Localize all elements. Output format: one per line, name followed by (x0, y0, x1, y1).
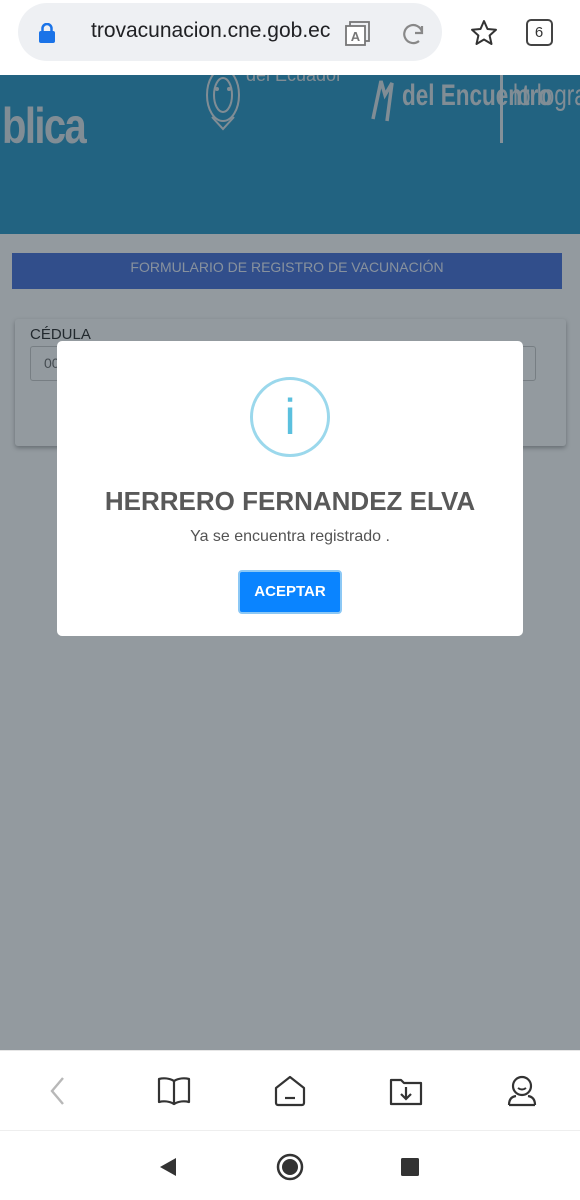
address-bar[interactable]: trovacunacion.cne.gob.ec A (18, 3, 442, 61)
downloads-icon[interactable] (386, 1071, 426, 1111)
dialog-message: Ya se encuentra registrado . (190, 528, 390, 545)
screen: trovacunacion.cne.gob.ec A 6 blica del E… (0, 0, 580, 1200)
accept-button[interactable]: ACEPTAR (238, 570, 342, 614)
back-icon[interactable] (38, 1071, 78, 1111)
info-icon: i (250, 377, 330, 457)
reader-mode-icon[interactable]: A (343, 18, 373, 48)
profile-icon[interactable] (502, 1071, 542, 1111)
dialog-title: HERRERO FERNANDEZ ELVA (104, 486, 476, 516)
system-nav-bar (0, 1130, 580, 1200)
nav-home-icon[interactable] (272, 1149, 308, 1185)
tabs-button[interactable]: 6 (523, 16, 555, 48)
nav-recents-icon[interactable] (392, 1149, 428, 1185)
url-text[interactable]: trovacunacion.cne.gob.ec (91, 19, 341, 43)
browser-bottom-toolbar (0, 1050, 580, 1130)
alert-dialog: i HERRERO FERNANDEZ ELVA Ya se encuentra… (57, 341, 523, 636)
lock-icon (39, 23, 55, 43)
tabs-count-badge: 6 (525, 18, 553, 46)
nav-back-icon[interactable] (150, 1149, 186, 1185)
browser-toolbar: trovacunacion.cne.gob.ec A 6 (0, 0, 580, 75)
tabs-count: 6 (534, 23, 544, 41)
reload-icon[interactable] (399, 19, 429, 49)
svg-text:A: A (351, 29, 361, 44)
info-glyph: i (284, 389, 296, 445)
home-icon[interactable] (270, 1071, 310, 1111)
bookmarks-book-icon[interactable] (154, 1071, 194, 1111)
bookmark-star-icon[interactable] (467, 16, 501, 50)
web-page: blica del Ecuador del Encuentro lo logra… (0, 75, 580, 1050)
